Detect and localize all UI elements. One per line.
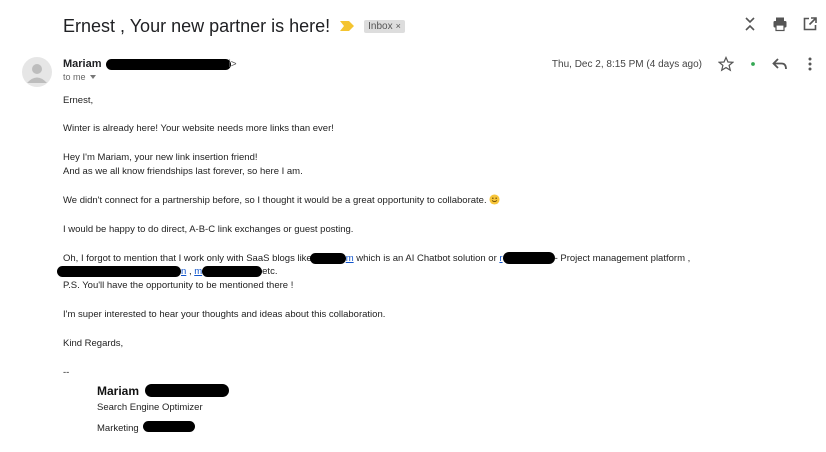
paragraph-interest: I'm super interested to hear your though…	[63, 309, 386, 320]
redacted-signature-company	[143, 421, 196, 433]
redacted-link-4	[202, 265, 263, 277]
saas-text-end: etc.	[262, 266, 278, 277]
saas-text-post: - Project management platform ,	[554, 253, 691, 264]
signature-company-prefix: Marketing	[97, 423, 139, 434]
status-dot-icon	[751, 62, 755, 66]
saas-text-mid: which is an AI Chatbot solution or	[356, 253, 497, 264]
redacted-link-2	[502, 252, 555, 265]
reply-icon[interactable]	[772, 56, 788, 72]
importance-marker-icon[interactable]	[340, 21, 355, 31]
signature-title: Search Engine Optimizer	[97, 402, 203, 413]
blog-link-3[interactable]: n	[181, 266, 186, 277]
paragraph-partnership: We didn't connect for a partnership befo…	[63, 194, 500, 208]
print-icon[interactable]	[772, 16, 788, 32]
paragraph-ps: P.S. You'll have the opportunity to be m…	[63, 280, 294, 291]
paragraph-intro-2: And as we all know friendships last fore…	[63, 166, 303, 177]
redacted-link-1	[309, 252, 346, 264]
open-new-window-icon[interactable]	[802, 16, 818, 32]
expand-all-icon[interactable]	[742, 16, 758, 32]
paragraph-winter: Winter is already here! Your website nee…	[63, 123, 334, 134]
thread-toolbar	[742, 16, 818, 32]
signature-name-line: Mariam	[97, 382, 230, 400]
more-options-icon[interactable]	[802, 56, 818, 72]
smiley-emoji-icon	[489, 194, 500, 205]
partnership-text: We didn't connect for a partnership befo…	[63, 195, 487, 206]
redacted-signature-surname	[145, 384, 230, 398]
saas-text-pre: Oh, I forgot to mention that I work only…	[63, 253, 312, 264]
greeting: Ernest,	[63, 95, 94, 106]
blog-link-1[interactable]: m	[346, 253, 354, 264]
signature-name: Mariam	[97, 384, 140, 398]
redacted-sender-email	[105, 58, 231, 70]
blog-link-4[interactable]: m	[194, 266, 202, 277]
message-actions: Thu, Dec 2, 8:15 PM (4 days ago)	[552, 56, 818, 72]
saas-separator: ,	[188, 266, 192, 277]
recipient-text: to me	[63, 72, 86, 82]
paragraph-saas-blogs-cont: n , m etc.	[57, 265, 277, 279]
sender-avatar[interactable]	[22, 57, 52, 87]
message-date: Thu, Dec 2, 8:15 PM (4 days ago)	[551, 58, 702, 70]
redacted-link-3	[57, 265, 181, 277]
dropdown-caret-icon[interactable]	[89, 75, 96, 79]
sender-line: Mariam i>	[63, 58, 237, 70]
recipient-line[interactable]: to me	[63, 72, 96, 82]
closing-line: Kind Regards,	[63, 338, 124, 349]
sender-email-fragment: i>	[228, 58, 237, 70]
avatar-icon	[27, 64, 47, 83]
email-subject: Ernest , Your new partner is here!	[63, 15, 331, 36]
sender-name[interactable]: Mariam	[63, 58, 102, 70]
signature-company-line: Marketing	[97, 418, 196, 436]
paragraph-saas-blogs: Oh, I forgot to mention that I work only…	[63, 252, 690, 266]
signature-separator: --	[63, 367, 70, 378]
remove-label-button[interactable]: ×	[396, 21, 401, 31]
star-icon[interactable]	[718, 56, 734, 72]
inbox-label-text: Inbox	[368, 20, 393, 32]
inbox-label-chip[interactable]: Inbox ×	[364, 19, 405, 33]
subject-bar: Ernest , Your new partner is here! Inbox…	[63, 12, 405, 40]
paragraph-link-exchange: I would be happy to do direct, A-B-C lin…	[63, 224, 354, 235]
paragraph-intro-1: Hey I'm Mariam, your new link insertion …	[63, 152, 258, 163]
